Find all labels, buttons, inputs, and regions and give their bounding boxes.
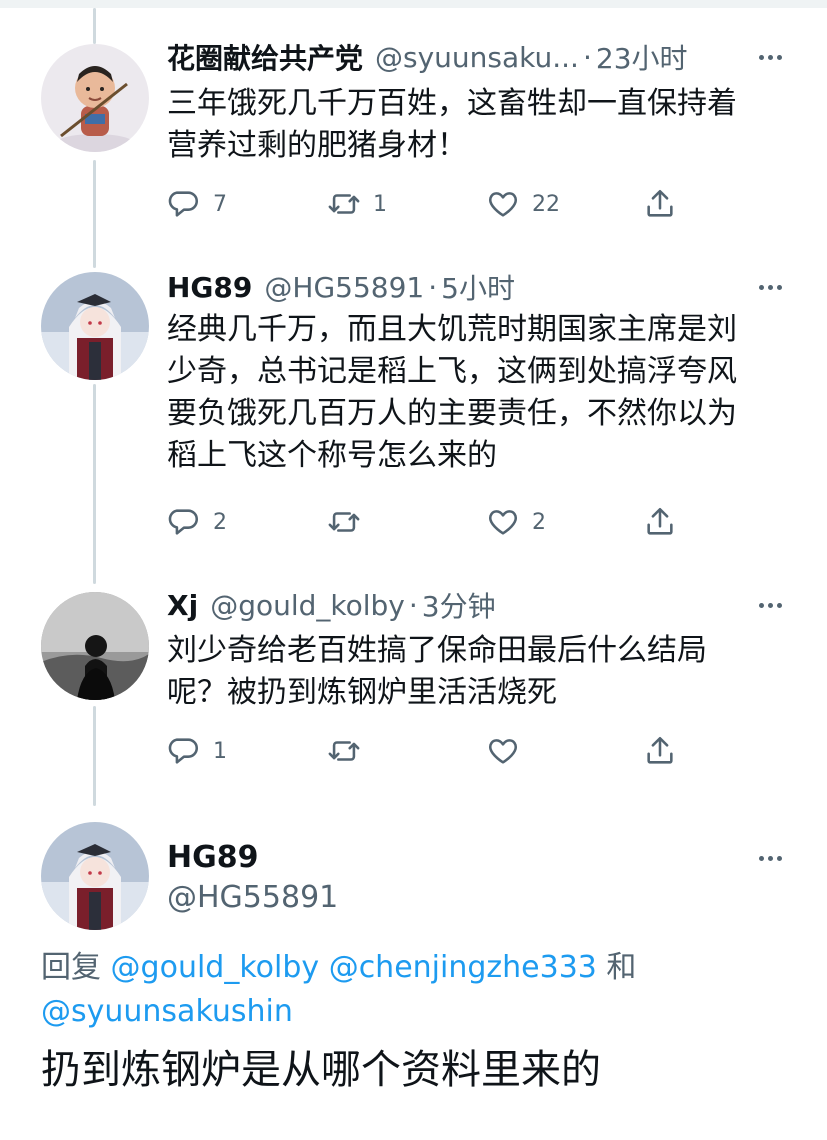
like-icon xyxy=(489,739,517,764)
reply-button[interactable]: 2 xyxy=(167,504,227,540)
main-tweet-text: 扔到炼钢炉是从哪个资料里来的 xyxy=(41,1047,601,1093)
reply-button[interactable]: 7 xyxy=(167,186,227,222)
like-icon xyxy=(489,510,517,535)
thread-line xyxy=(93,706,96,806)
avatar[interactable] xyxy=(41,272,149,380)
share-icon xyxy=(647,736,673,764)
timestamp[interactable]: 3分钟 xyxy=(422,585,496,625)
reply-header: 花圈献给共产党 @syuunsaku... · 23小时 xyxy=(167,37,688,77)
reply-count: 2 xyxy=(213,509,227,535)
like-count: 2 xyxy=(532,509,546,535)
reply-prefix: 回复 xyxy=(41,950,101,985)
separator-dot: · xyxy=(428,270,438,304)
retweet-button[interactable] xyxy=(327,733,373,769)
more-icon[interactable] xyxy=(754,589,786,621)
display-name[interactable]: 花圈献给共产党 xyxy=(167,37,363,77)
timestamp[interactable]: 23小时 xyxy=(596,37,688,77)
tweet-text: 经典几千万，而且大饥荒时期国家主席是刘 少奇，总书记是稻上飞，这俩到处搞浮夸风 … xyxy=(167,312,737,473)
top-divider xyxy=(0,0,827,8)
display-name[interactable]: HG89 xyxy=(167,838,258,878)
like-button[interactable]: 22 xyxy=(486,186,560,222)
mention-link[interactable]: @chenjingzhe333 xyxy=(329,950,597,985)
share-button[interactable] xyxy=(643,733,677,769)
user-handle[interactable]: @gould_kolby xyxy=(210,589,405,622)
reply-conjunction: 和 xyxy=(606,950,637,985)
more-icon[interactable] xyxy=(754,271,786,303)
retweet-count: 1 xyxy=(373,191,387,217)
mention-link[interactable]: @syuunsakushin xyxy=(41,994,293,1029)
thread-line xyxy=(93,160,96,268)
reply-icon xyxy=(168,191,198,217)
display-name[interactable]: HG89 xyxy=(167,271,252,304)
reply-header: HG89 @HG55891 · 5小时 xyxy=(167,267,515,307)
reply-count: 1 xyxy=(213,738,227,764)
tweet-text: 刘少奇给老百姓搞了保命田最后什么结局 呢？被扔到炼钢炉里活活烧死 xyxy=(167,633,707,710)
user-handle[interactable]: @syuunsaku... xyxy=(375,41,579,74)
thread-line xyxy=(93,8,96,44)
reply-icon xyxy=(168,509,198,535)
user-handle[interactable]: @HG55891 xyxy=(264,271,424,304)
user-handle[interactable]: @HG55891 xyxy=(167,878,338,918)
reply-button[interactable]: 1 xyxy=(167,733,227,769)
avatar[interactable] xyxy=(41,822,149,930)
reply-header: Xj @gould_kolby · 3分钟 xyxy=(167,585,496,625)
thread-line xyxy=(93,384,96,584)
reply-to-line: 回复 @gould_kolby @chenjingzhe333 和 @syuun… xyxy=(41,946,801,1034)
display-name[interactable]: Xj xyxy=(167,589,198,622)
share-icon xyxy=(647,189,673,217)
like-button[interactable]: 2 xyxy=(486,504,546,540)
retweet-icon xyxy=(328,741,360,761)
more-icon[interactable] xyxy=(754,842,786,874)
retweet-button[interactable]: 1 xyxy=(327,186,387,222)
retweet-icon xyxy=(328,194,360,214)
like-icon xyxy=(489,192,517,217)
share-button[interactable] xyxy=(643,504,677,540)
share-icon xyxy=(647,507,673,535)
retweet-icon xyxy=(328,512,360,532)
avatar[interactable] xyxy=(41,44,149,152)
separator-dot: · xyxy=(582,40,592,74)
separator-dot: · xyxy=(408,588,418,622)
more-icon[interactable] xyxy=(754,41,786,73)
share-button[interactable] xyxy=(643,186,677,222)
tweet-text: 三年饿死几千万百姓，这畜牲却一直保持着 营养过剩的肥猪身材！ xyxy=(167,86,737,163)
retweet-button[interactable] xyxy=(327,504,373,540)
avatar[interactable] xyxy=(41,592,149,700)
timestamp[interactable]: 5小时 xyxy=(441,267,515,307)
reply-count: 7 xyxy=(213,191,227,217)
like-count: 22 xyxy=(532,191,560,217)
mention-link[interactable]: @gould_kolby xyxy=(111,950,320,985)
like-button[interactable] xyxy=(486,733,532,769)
reply-icon xyxy=(168,738,198,764)
